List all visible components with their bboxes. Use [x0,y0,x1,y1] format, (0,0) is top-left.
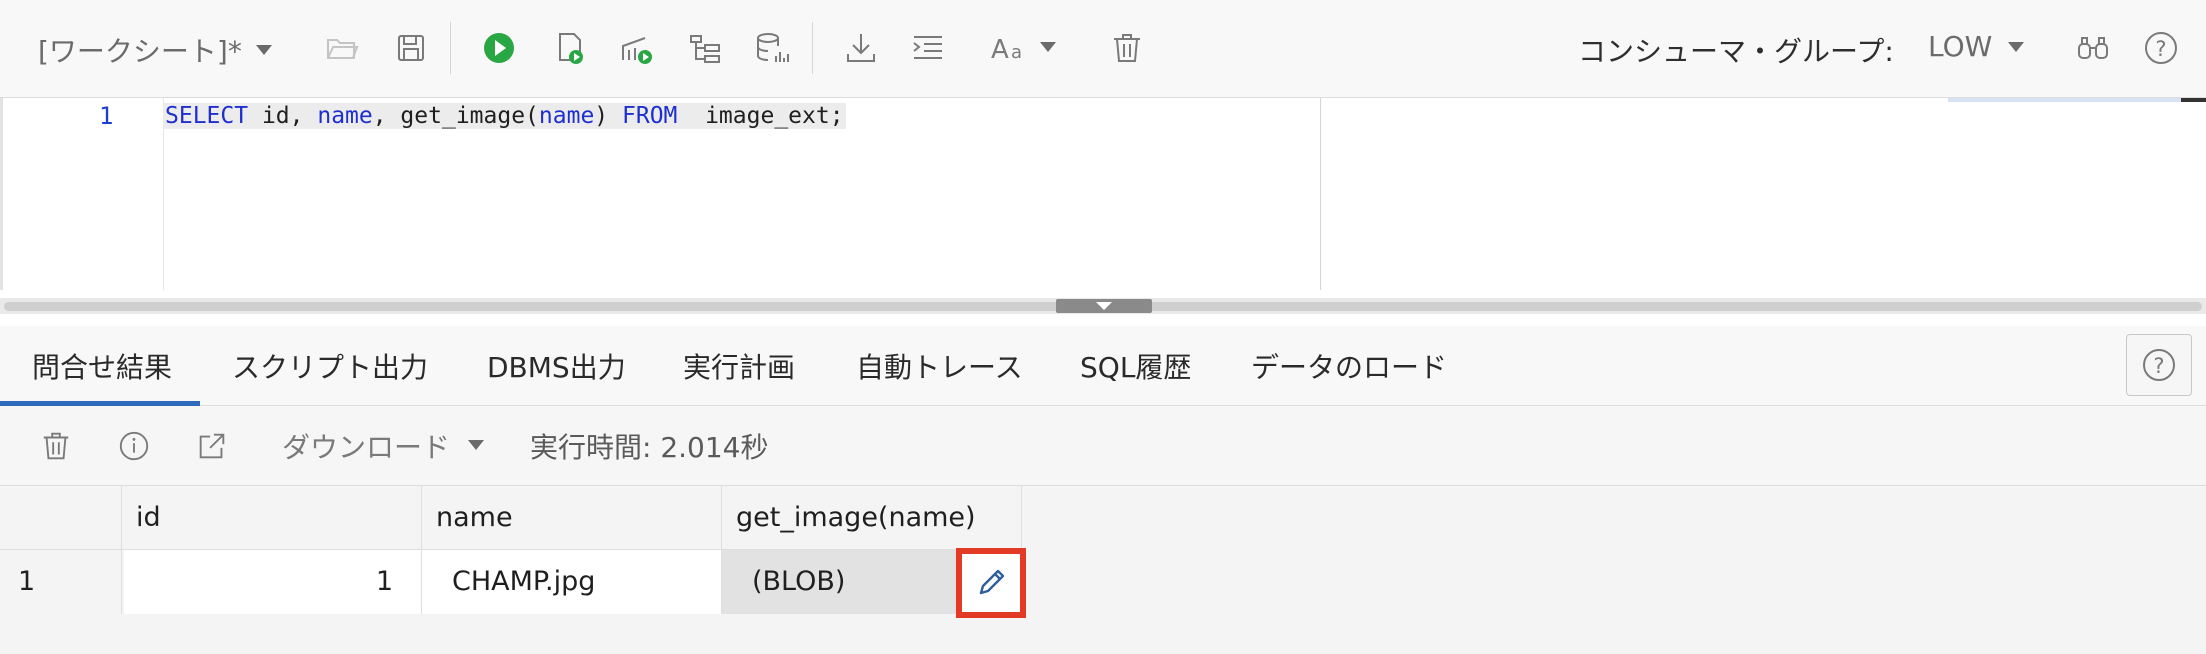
info-icon[interactable] [114,426,154,466]
tab-label: DBMS出力 [487,351,626,384]
table-cell-id[interactable]: 1 [124,550,422,614]
svg-text:?: ? [2155,37,2166,61]
tab-dbms-output[interactable]: DBMS出力 [487,346,626,406]
open-folder-icon[interactable] [322,28,362,68]
sql-keyword: FROM [622,103,678,129]
consumer-group-label: コンシューマ・グループ: [1578,35,1894,68]
svg-text:a: a [1011,42,1022,63]
column-header-get-image[interactable]: get_image(name) [722,486,1022,550]
worksheet-title: [ワークシート]* [38,35,242,68]
download-icon[interactable] [841,28,881,68]
pencil-icon [979,569,1005,595]
line-number-gutter: 1 [3,98,164,290]
sql-keyword: name [317,103,373,129]
svg-text:A: A [991,35,1009,65]
tab-sql-history[interactable]: SQL履歴 [1080,346,1191,406]
tab-autotrace[interactable]: 自動トレース [856,346,1023,406]
execution-time: 実行時間: 2.014秒 [530,431,769,464]
row-number[interactable]: 1 [0,550,122,614]
line-number: 1 [99,102,114,130]
run-script-icon[interactable] [550,28,590,68]
autotrace-icon[interactable] [685,28,725,68]
consumer-group-select[interactable]: LOW [1928,30,1992,63]
grid-corner [0,486,122,550]
font-size-icon[interactable]: Aa [986,28,1036,68]
code-line[interactable]: SELECT id, name, get_image(name) FROM im… [163,98,846,134]
table-cell-name[interactable]: CHAMP.jpg [422,550,722,614]
tab-explain-plan[interactable]: 実行計画 [683,346,795,406]
worksheet-toolbar: [ワークシート]* Aa コンシューマ・グループ: LOW ? [0,0,2206,98]
overview-ruler-marker [2181,98,2206,102]
worksheet-selector[interactable]: [ワークシート]* [38,30,272,70]
tab-label: 問合せ結果 [32,351,173,384]
sql-text: , get_image( [372,103,539,129]
tab-label: データのロード [1251,351,1448,384]
tab-label: スクリプト出力 [232,351,429,384]
edit-blob-button[interactable] [956,548,1026,618]
help-icon: ? [2143,349,2175,381]
sql-text: image_ext; [677,103,844,129]
output-help-button[interactable]: ? [2126,334,2192,396]
overview-ruler [1948,98,2183,102]
sql-keyword: SELECT [165,103,249,129]
tab-query-result[interactable]: 問合せ結果 [0,346,200,406]
tab-label: 自動トレース [856,351,1023,384]
run-statement-icon[interactable] [479,28,519,68]
sql-keyword: name [538,103,595,129]
tab-data-load[interactable]: データのロード [1251,346,1447,406]
editor-divider [1320,98,1321,290]
chevron-down-icon[interactable] [468,440,484,450]
column-header-name[interactable]: name [422,486,722,550]
tab-label: SQL履歴 [1080,351,1192,384]
format-indent-icon[interactable] [908,28,948,68]
result-toolbar: ダウンロード 実行時間: 2.014秒 [0,406,2206,486]
chevron-down-icon[interactable] [1040,42,1056,52]
pane-splitter[interactable] [0,298,2206,314]
tab-label: 実行計画 [683,351,796,384]
trash-icon[interactable] [36,426,76,466]
open-external-icon[interactable] [192,426,232,466]
chevron-down-icon[interactable] [2008,42,2024,52]
database-stats-icon[interactable] [752,28,792,68]
column-header-id[interactable]: id [122,486,422,550]
output-tabs: 問合せ結果 スクリプト出力 DBMS出力 実行計画 自動トレース SQL履歴 デ… [0,326,2206,406]
result-grid: id name get_image(name) 1 1 CHAMP.jpg (B… [0,486,2206,654]
trash-icon[interactable] [1107,28,1147,68]
chevron-down-icon [256,45,272,55]
splitter-collapse-handle[interactable] [1056,299,1152,313]
toolbar-separator [450,22,451,74]
sql-statement[interactable]: SELECT id, name, get_image(name) FROM im… [163,103,846,129]
binoculars-icon[interactable] [2073,28,2113,68]
tab-script-output[interactable]: スクリプト出力 [232,346,428,406]
download-menu[interactable]: ダウンロード [282,426,450,466]
svg-text:?: ? [2153,354,2164,378]
toolbar-separator [812,22,813,74]
help-icon[interactable]: ? [2141,28,2181,68]
save-icon[interactable] [391,28,431,68]
table-cell-blob[interactable]: (BLOB) [722,550,956,614]
sql-text: id, [248,103,318,129]
explain-plan-icon[interactable] [617,28,657,68]
sql-text: ) [594,103,622,129]
sql-editor[interactable]: 1 SELECT id, name, get_image(name) FROM … [0,98,2206,290]
